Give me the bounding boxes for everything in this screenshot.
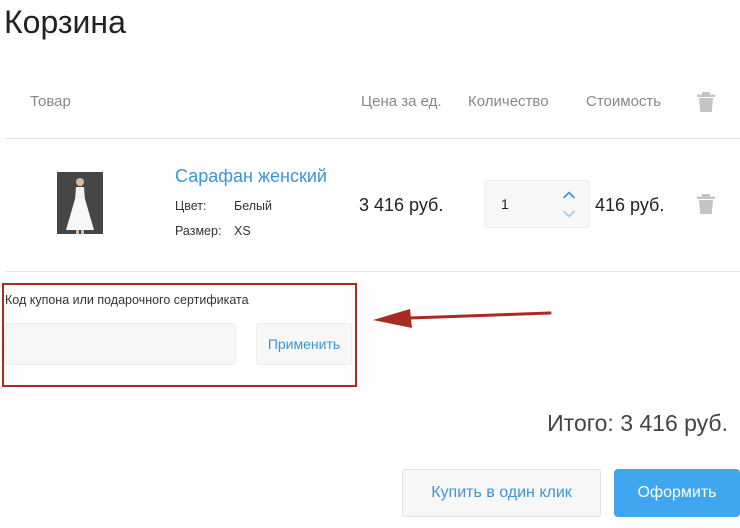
page-title: Корзина	[4, 4, 126, 40]
cart-page: Корзина Товар Цена за ед. Количество Сто…	[0, 0, 740, 528]
apply-coupon-button[interactable]: Применить	[256, 323, 352, 365]
product-image[interactable]	[57, 172, 103, 234]
checkout-button[interactable]: Оформить	[614, 469, 740, 517]
unit-price: 3 416 руб.	[359, 195, 444, 215]
header-cost: Стоимость	[586, 93, 662, 110]
product-name-link[interactable]: Сарафан женский	[175, 166, 327, 187]
chevron-up-icon[interactable]	[562, 190, 576, 200]
trash-icon[interactable]	[697, 92, 715, 112]
header-divider	[5, 138, 740, 139]
grand-total: Итого: 3 416 руб.	[547, 410, 728, 436]
attr-color-value: Белый	[234, 199, 273, 213]
coupon-label: Код купона или подарочного сертификата	[5, 293, 249, 307]
row-divider	[5, 271, 740, 272]
trash-icon[interactable]	[697, 194, 715, 214]
header-unit-price: Цена за ед.	[361, 93, 442, 110]
attr-color-label: Цвет:	[175, 199, 207, 213]
coupon-input[interactable]	[4, 323, 236, 365]
header-quantity: Количество	[468, 93, 549, 110]
header-product: Товар	[30, 93, 71, 110]
attr-size-value: XS	[234, 224, 251, 238]
quantity-input[interactable]	[501, 196, 541, 212]
attr-size-label: Размер:	[175, 224, 222, 238]
quantity-stepper	[484, 180, 590, 228]
chevron-down-icon[interactable]	[562, 209, 576, 219]
buy-one-click-button[interactable]: Купить в один клик	[402, 469, 601, 517]
line-total: 416 руб.	[595, 195, 665, 215]
arrow-left-icon	[373, 309, 552, 328]
